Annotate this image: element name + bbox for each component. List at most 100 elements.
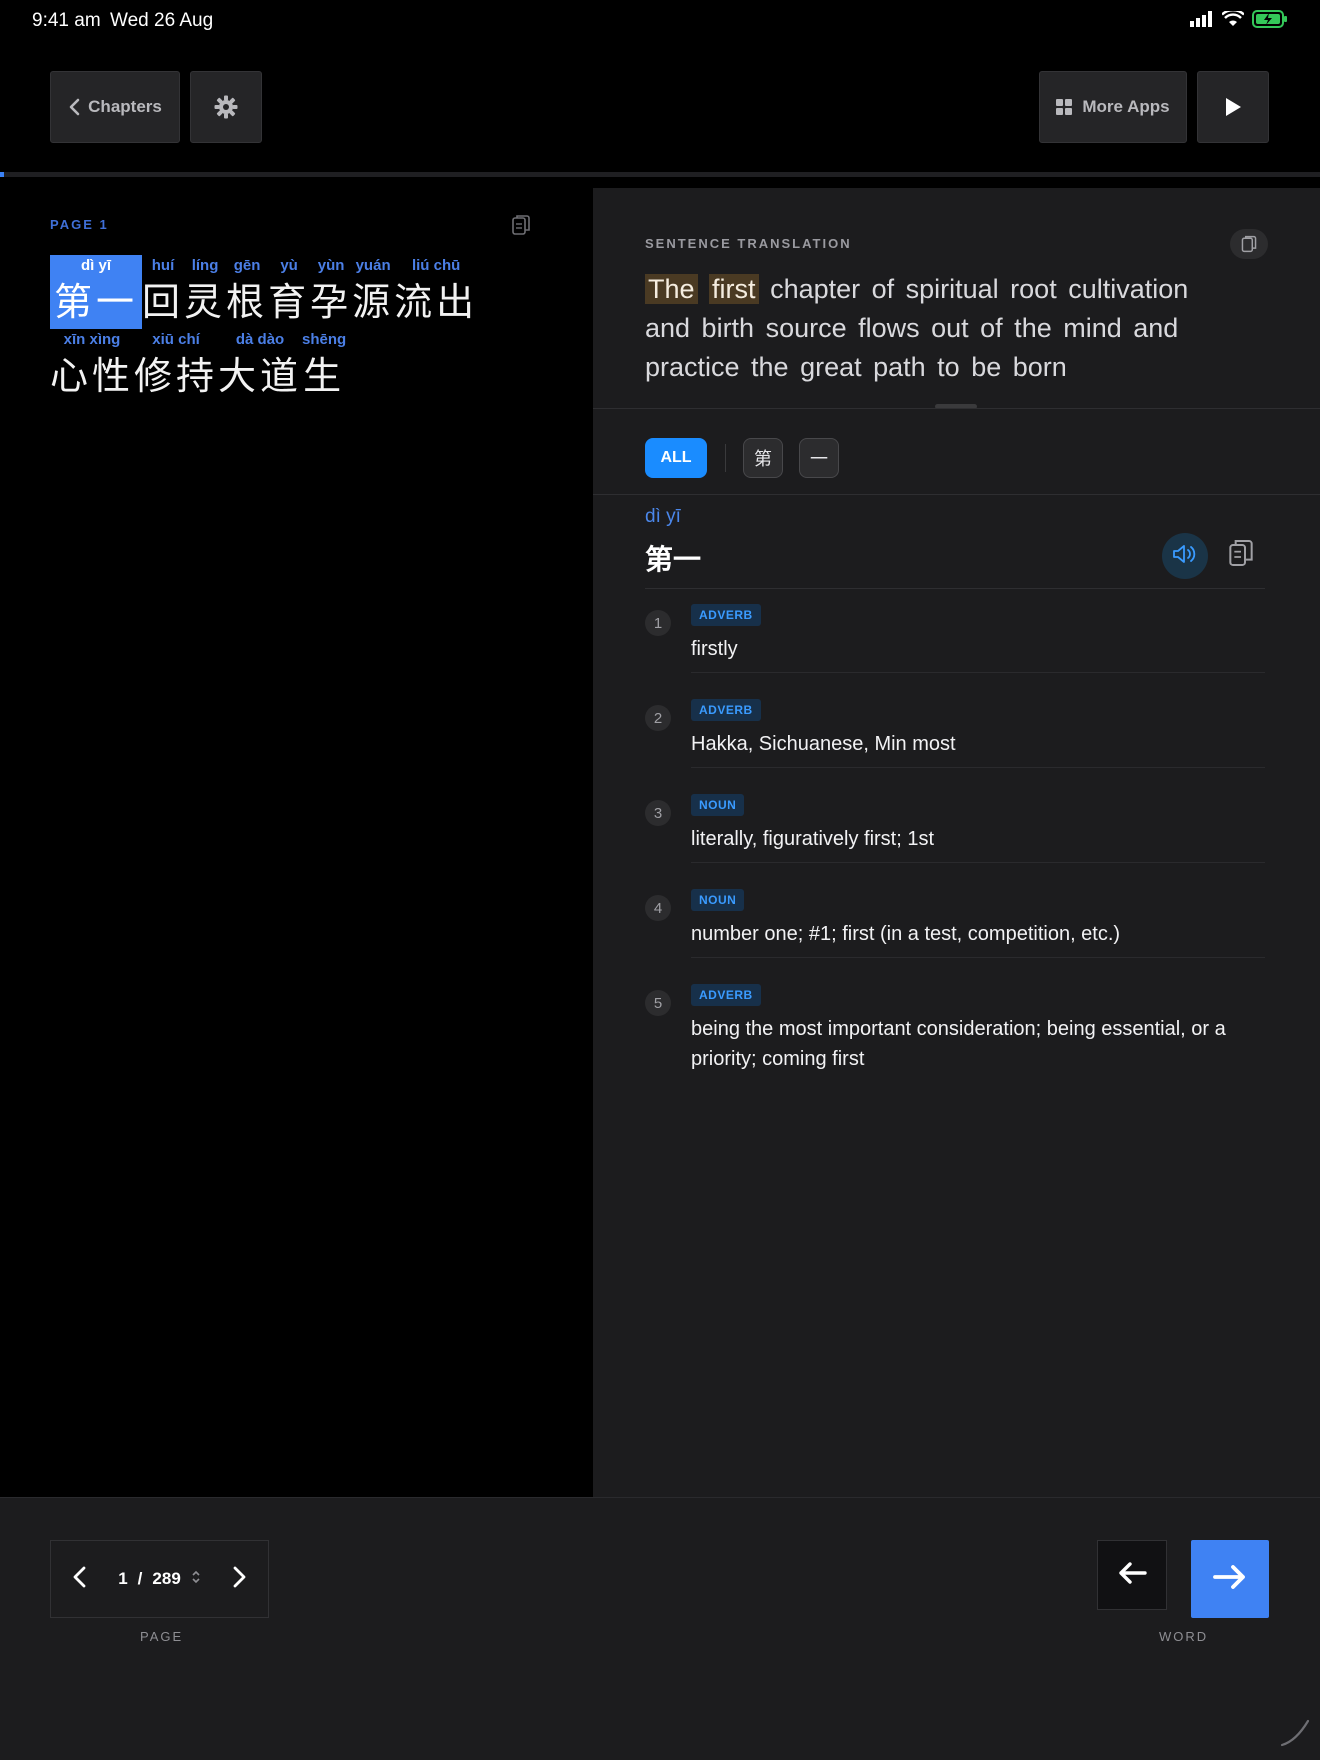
word-nav-label: WORD <box>1159 1629 1209 1644</box>
copy-entry-icon[interactable] <box>1229 538 1253 573</box>
copy-translation-icon[interactable] <box>1230 229 1268 259</box>
chevron-right-icon <box>233 1566 247 1593</box>
page-pager: 1 / 289 <box>50 1540 269 1618</box>
up-down-chevron-icon <box>191 1569 201 1590</box>
word-hanzi: 根 <box>226 280 269 324</box>
current-page: 1 <box>118 1569 128 1588</box>
definition-body: ADVERB Hakka, Sichuanese, Min most <box>691 699 1265 768</box>
definition-gloss: Hakka, Sichuanese, Min most <box>691 733 956 755</box>
reader-word[interactable]: shēng 生 <box>302 329 346 401</box>
definition-body: NOUN number one; #1; first (in a test, co… <box>691 889 1265 958</box>
more-apps-button[interactable]: More Apps <box>1039 71 1187 143</box>
definition-gloss: firstly <box>691 638 738 660</box>
definition-item: 5 ADVERB being the most important consider… <box>645 968 1265 1092</box>
prev-page-button[interactable] <box>51 1540 107 1618</box>
part-of-speech-badge: NOUN <box>691 889 745 911</box>
chevron-left-icon <box>68 98 80 116</box>
definition-body: NOUN literally, figuratively first; 1st <box>691 794 1265 863</box>
word-pinyin: yù <box>280 257 298 274</box>
filter-char-chip[interactable]: 一 <box>799 438 839 478</box>
word-hanzi: 回 <box>142 280 185 324</box>
word-pinyin: dì yī <box>81 257 112 274</box>
part-of-speech-badge: ADVERB <box>691 604 761 626</box>
definition-item: 1 ADVERB firstly <box>645 588 1265 683</box>
status-date: Wed 26 Aug <box>110 10 214 31</box>
reader-word[interactable]: xīn xìng 心性 <box>50 329 134 401</box>
text-line-1: dì yī 第一 huí 回 líng 灵 gēn 根 yù 育 yùn 孕 yuán 源 liú chū 流… <box>50 255 478 329</box>
status-bar: 9:41 am Wed 26 Aug <box>0 0 1320 40</box>
copy-page-icon[interactable] <box>512 214 530 241</box>
entry-headword: 第一 <box>645 543 702 576</box>
definition-gloss: literally, figuratively first; 1st <box>691 828 935 850</box>
reader-word[interactable]: gēn 根 <box>226 255 268 329</box>
part-of-speech-badge: NOUN <box>691 794 745 816</box>
chapters-label: Chapters <box>88 97 162 116</box>
definition-number: 2 <box>645 705 671 731</box>
word-hanzi: 源 <box>352 280 395 324</box>
next-word-button[interactable] <box>1191 1540 1269 1618</box>
battery-charging-icon <box>1252 10 1288 33</box>
word-pinyin: shēng <box>302 331 347 348</box>
definition-gloss: being the most important consideration; … <box>691 1018 1226 1070</box>
word-pinyin: liú chū <box>411 257 461 274</box>
reader-word[interactable]: yuán 源 <box>352 255 394 329</box>
speak-button[interactable] <box>1162 533 1208 579</box>
part-of-speech-badge: ADVERB <box>691 699 761 721</box>
status-time: 9:41 am <box>32 10 101 31</box>
filter-all-chip[interactable]: ALL <box>645 438 707 478</box>
cellular-signal-icon <box>1190 11 1214 32</box>
definition-body: ADVERB firstly <box>691 604 1265 673</box>
word-pinyin: huí <box>151 257 175 274</box>
next-page-button[interactable] <box>212 1540 268 1618</box>
reader-word[interactable]: huí 回 <box>142 255 184 329</box>
word-pinyin: yùn <box>317 257 345 274</box>
play-icon <box>1224 97 1242 117</box>
speaker-icon <box>1172 543 1198 570</box>
reader-word[interactable]: líng 灵 <box>184 255 226 329</box>
reader-word[interactable]: liú chū 流出 <box>394 255 478 329</box>
reader-word[interactable]: yùn 孕 <box>310 255 352 329</box>
word-pinyin: yuán <box>355 257 391 274</box>
filter-char-chip[interactable]: 第 <box>743 438 783 478</box>
reader-word[interactable]: dì yī 第一 <box>50 255 143 329</box>
prev-word-button[interactable] <box>1097 1540 1167 1610</box>
divider <box>725 444 726 472</box>
word-hanzi: 大道 <box>218 354 303 398</box>
word-pinyin: xiū chí <box>152 331 200 348</box>
chapters-button[interactable]: Chapters <box>50 71 180 143</box>
definition-gloss: number one; #1; first (in a test, compet… <box>691 923 1121 945</box>
reader-word[interactable]: dà dào 大道 <box>218 329 302 401</box>
bottom-bar: 1 / 289 PAGE WORD <box>0 1497 1320 1760</box>
definition-item: 3 NOUN literally, figuratively first; 1st <box>645 778 1265 873</box>
arrow-right-icon <box>1213 1563 1247 1596</box>
top-toolbar: Chapters More Apps <box>0 40 1320 172</box>
reader-word[interactable]: yù 育 <box>268 255 310 329</box>
divider <box>593 494 1320 495</box>
reader-word[interactable]: xiū chí 修持 <box>134 329 218 401</box>
settings-button[interactable] <box>190 71 262 143</box>
translation-highlight: The <box>645 274 698 304</box>
word-hanzi: 育 <box>268 280 311 324</box>
play-button[interactable] <box>1197 71 1269 143</box>
gear-icon <box>214 95 238 119</box>
grid-icon <box>1056 99 1073 115</box>
definition-body: ADVERB being the most important considera… <box>691 984 1265 1082</box>
page-separator: / <box>137 1569 143 1588</box>
divider <box>593 408 1320 409</box>
definition-item: 4 NOUN number one; #1; first (in a test, c… <box>645 873 1265 968</box>
part-of-speech-badge: ADVERB <box>691 984 761 1006</box>
word-hanzi: 心性 <box>50 354 135 398</box>
reading-pane: PAGE 1 dì yī 第一 huí 回 líng 灵 gēn 根 yù 育 yùn 孕 yuán 源 l… <box>0 177 593 1497</box>
word-hanzi: 灵 <box>184 280 227 324</box>
definition-list: 1 ADVERB firstly 2 ADVERB Hakka, Sichuanese, … <box>645 588 1265 1092</box>
word-hanzi: 修持 <box>134 354 219 398</box>
page-label: PAGE 1 <box>50 217 109 232</box>
word-hanzi: 流出 <box>394 280 479 324</box>
definition-number: 1 <box>645 610 671 636</box>
status-icons <box>1190 8 1288 33</box>
word-pinyin: dà dào <box>235 331 285 348</box>
word-pinyin: gēn <box>233 257 261 274</box>
page-selector[interactable]: 1 / 289 <box>107 1569 212 1590</box>
entry-pinyin: dì yī <box>645 506 681 527</box>
definition-number: 5 <box>645 990 671 1016</box>
